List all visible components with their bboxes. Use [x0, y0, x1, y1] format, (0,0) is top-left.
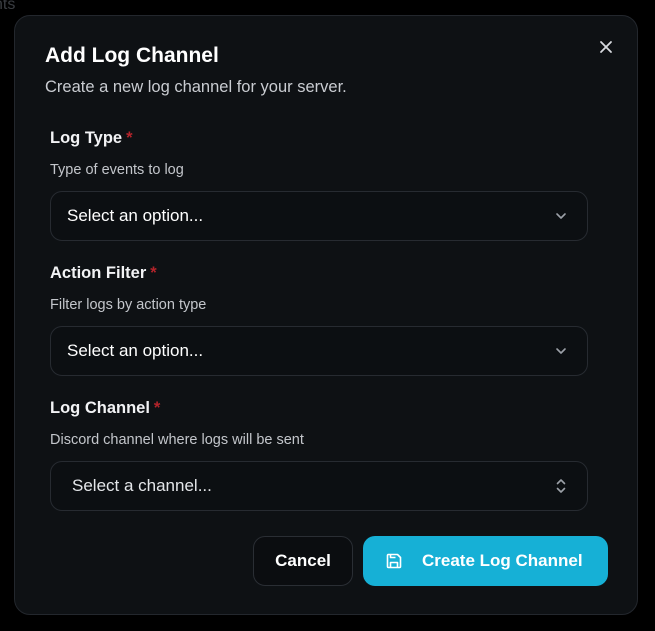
backdrop-fragment-text: nts: [0, 0, 16, 13]
add-log-channel-dialog: Add Log Channel Create a new log channel…: [14, 15, 638, 615]
log-type-select-value: Select an option...: [67, 206, 204, 225]
create-log-channel-label: Create Log Channel: [422, 551, 583, 570]
create-log-channel-button[interactable]: Create Log Channel: [363, 536, 608, 586]
action-filter-select[interactable]: Select an option...: [50, 326, 588, 376]
log-type-select[interactable]: Select an option...: [50, 191, 588, 241]
close-button[interactable]: [595, 36, 617, 58]
log-channel-label: Log Channel *: [50, 399, 160, 418]
log-channel-select-value: Select a channel...: [72, 476, 212, 495]
dialog-subtitle: Create a new log channel for your server…: [45, 78, 347, 96]
log-type-description: Type of events to log: [50, 162, 184, 178]
action-filter-label-text: Action Filter: [50, 264, 147, 282]
chevron-down-icon: [551, 206, 571, 226]
cancel-button[interactable]: Cancel: [253, 536, 353, 586]
log-channel-label-text: Log Channel: [50, 399, 150, 417]
action-filter-description: Filter logs by action type: [50, 297, 207, 313]
action-filter-select-value: Select an option...: [67, 341, 204, 360]
chevron-down-icon: [551, 341, 571, 361]
save-icon: [383, 550, 405, 572]
log-type-label-text: Log Type: [50, 129, 123, 147]
required-marker: *: [153, 399, 161, 417]
dialog-title: Add Log Channel: [45, 44, 219, 67]
required-marker: *: [126, 129, 133, 147]
close-icon: [600, 41, 612, 53]
chevrons-up-down-icon: [551, 476, 571, 496]
log-channel-select[interactable]: Select a channel...: [50, 461, 588, 511]
log-type-label: Log Type *: [50, 129, 133, 148]
log-channel-description: Discord channel where logs will be sent: [50, 432, 304, 448]
required-marker: *: [150, 264, 157, 282]
action-filter-label: Action Filter *: [50, 264, 157, 283]
